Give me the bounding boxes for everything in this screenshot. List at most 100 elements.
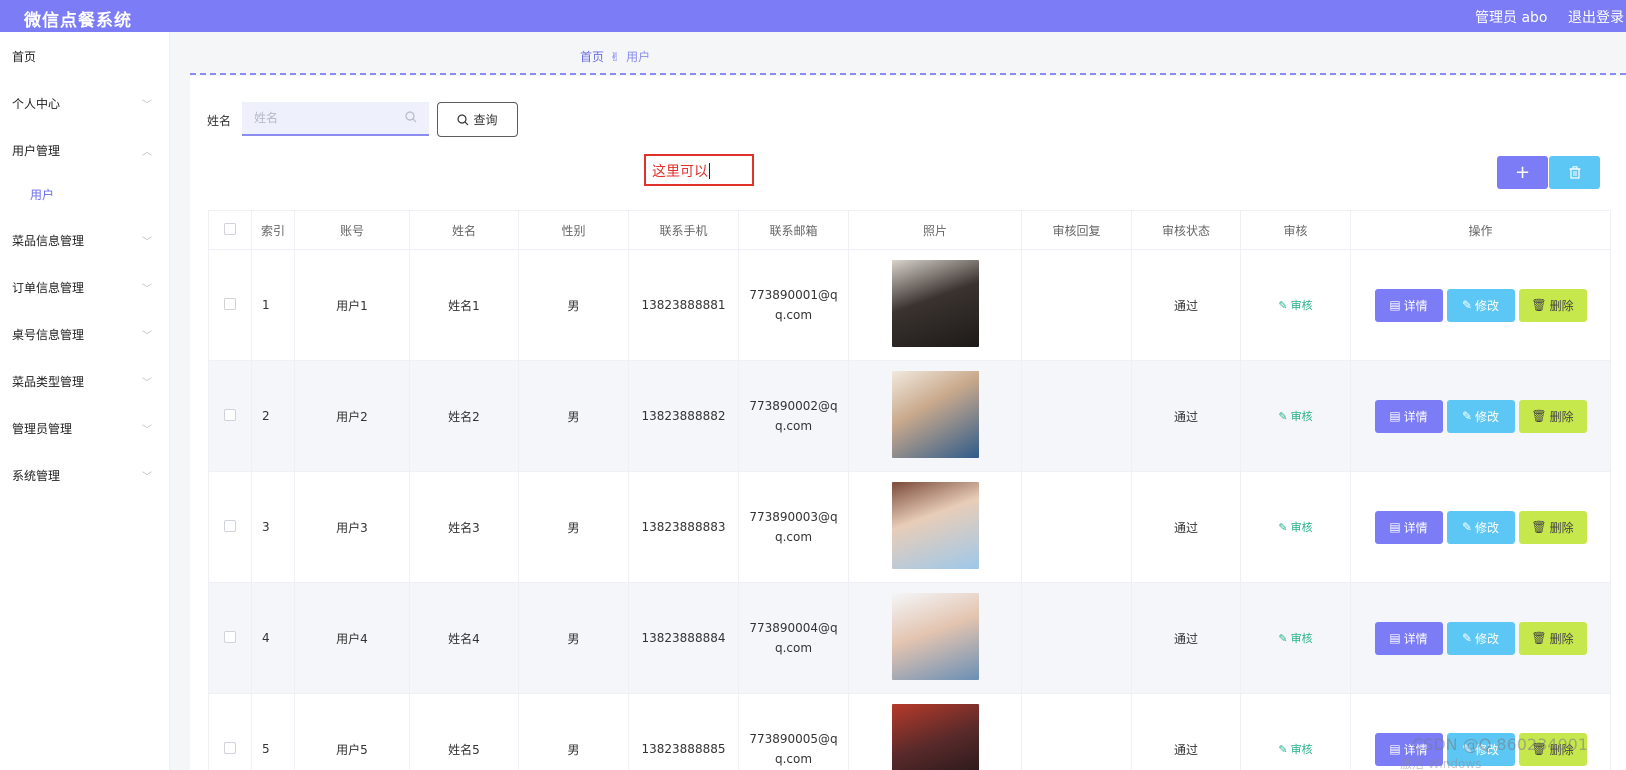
cell-audit-reply	[1021, 249, 1132, 361]
edit-button-label: 修改	[1475, 298, 1500, 313]
sidebar-item-label: 管理员管理	[12, 422, 73, 436]
edit-button[interactable]: ✎ 修改	[1446, 399, 1515, 433]
audit-link[interactable]: ✎ 审核	[1278, 297, 1312, 313]
delete-button[interactable]: 🗑 删除	[1518, 510, 1587, 544]
detail-button[interactable]: ▤ 详情	[1374, 510, 1443, 544]
row-checkbox[interactable]	[224, 630, 236, 643]
column-header: 账号	[294, 210, 410, 250]
top-bar: 微信点餐系统 管理员 abo 退出登录	[0, 0, 1626, 32]
cell-photo	[848, 249, 1022, 361]
edit-icon: ✎	[1461, 631, 1473, 645]
user-photo[interactable]	[891, 371, 979, 458]
cell-index: 5	[251, 693, 295, 770]
sidebar-item-profile[interactable]: 个人中心 ﹀	[12, 95, 152, 112]
edit-button[interactable]: ✎ 修改	[1446, 510, 1515, 544]
email-text: 773890002@qq.com	[749, 399, 838, 433]
detail-button-label: 详情	[1403, 298, 1428, 313]
sidebar-item-home[interactable]: 首页	[12, 48, 36, 65]
sidebar-item-label: 桌号信息管理	[12, 328, 85, 342]
audit-link[interactable]: ✎ 审核	[1278, 741, 1312, 757]
logout-button[interactable]: 退出登录	[1568, 7, 1624, 27]
chevron-down-icon: ﹀	[142, 331, 152, 342]
cell-actions: ▤ 详情 ✎ 修改 🗑 删除	[1350, 249, 1611, 361]
sidebar-item-dish-type[interactable]: 菜品类型管理 ﹀	[12, 373, 152, 390]
search-icon	[457, 113, 469, 125]
chevron-down-icon: ﹀	[142, 472, 152, 483]
detail-button[interactable]: ▤ 详情	[1374, 621, 1443, 655]
cell-audit: ✎ 审核	[1240, 360, 1351, 472]
sidebar-item-system[interactable]: 系统管理 ﹀	[12, 467, 152, 484]
cell-index: 4	[251, 582, 295, 694]
admin-label: 管理员 abo	[1475, 10, 1548, 26]
cell-audit-status: 通过	[1131, 582, 1241, 694]
user-photo[interactable]	[891, 593, 979, 680]
cell-audit-status: 通过	[1131, 471, 1241, 583]
row-checkbox[interactable]	[224, 297, 236, 310]
batch-delete-button[interactable]	[1549, 156, 1600, 189]
audit-link[interactable]: ✎ 审核	[1278, 519, 1312, 535]
detail-button[interactable]: ▤ 详情	[1374, 399, 1443, 433]
audit-link[interactable]: ✎ 审核	[1278, 408, 1312, 424]
delete-button[interactable]: 🗑 删除	[1518, 621, 1587, 655]
row-checkbox[interactable]	[224, 408, 236, 421]
trash-icon: 🗑	[1531, 520, 1547, 534]
sidebar-item-user-management[interactable]: 用户管理 ︿	[12, 142, 152, 159]
user-photo[interactable]	[891, 260, 979, 347]
table-row: 2 用户2 姓名2 男 13823888882 773890002@qq.com 通过 ✎ 审核…	[208, 360, 1611, 472]
query-button-label: 查询	[473, 113, 498, 127]
sidebar-item-dish-info[interactable]: 菜品信息管理 ﹀	[12, 232, 152, 249]
trash-icon: 🗑	[1531, 631, 1547, 645]
breadcrumb-home[interactable]: 首页	[580, 50, 604, 64]
sidebar-item-label: 用户管理	[12, 144, 61, 158]
name-search-input[interactable]	[242, 102, 429, 136]
annotation-text-box[interactable]: 这里可以	[644, 154, 754, 186]
audit-link-label: 审核	[1290, 410, 1313, 423]
cell-audit: ✎ 审核	[1240, 582, 1351, 694]
cell-gender: 男	[518, 582, 629, 694]
delete-button[interactable]: 🗑 删除	[1518, 288, 1587, 322]
user-photo[interactable]	[891, 704, 979, 770]
trash-icon: 🗑	[1531, 298, 1547, 312]
search-icon	[405, 111, 417, 123]
cell-phone: 13823888885	[628, 693, 739, 770]
cell-name: 姓名5	[409, 693, 519, 770]
chevron-down-icon: ﹀	[142, 378, 152, 389]
row-select-cell	[208, 360, 252, 472]
sidebar-item-order-info[interactable]: 订单信息管理 ﹀	[12, 279, 152, 296]
delete-button[interactable]: 🗑 删除	[1518, 399, 1587, 433]
edit-button[interactable]: ✎ 修改	[1446, 621, 1515, 655]
cell-phone: 13823888883	[628, 471, 739, 583]
edit-icon: ✎	[1461, 520, 1473, 534]
edit-button-label: 修改	[1475, 631, 1500, 646]
add-button[interactable]: +	[1497, 156, 1548, 189]
user-table: 索引 账号 姓名 性别 联系手机 联系邮箱 照片 审核回复 审核状态 审核 操作…	[208, 210, 1611, 770]
chevron-down-icon: ﹀	[142, 425, 152, 436]
sidebar-item-label: 菜品信息管理	[12, 234, 85, 248]
cell-email: 773890001@qq.com	[738, 249, 849, 361]
sidebar-item-label: 首页	[12, 50, 37, 64]
user-photo[interactable]	[891, 482, 979, 569]
cell-phone: 13823888882	[628, 360, 739, 472]
document-icon: ▤	[1389, 742, 1401, 756]
cell-audit: ✎ 审核	[1240, 693, 1351, 770]
sidebar-item-label: 个人中心	[12, 97, 61, 111]
cell-account: 用户5	[294, 693, 410, 770]
row-checkbox[interactable]	[224, 519, 236, 532]
sidebar-item-table-info[interactable]: 桌号信息管理 ﹀	[12, 326, 152, 343]
table-row: 1 用户1 姓名1 男 13823888881 773890001@qq.com 通过 ✎ 审核…	[208, 249, 1611, 361]
column-header: 姓名	[409, 210, 519, 250]
detail-button[interactable]: ▤ 详情	[1374, 288, 1443, 322]
select-all-header	[208, 210, 252, 250]
sidebar-item-admin-management[interactable]: 管理员管理 ﹀	[12, 420, 152, 437]
cell-actions: ▤ 详情 ✎ 修改 🗑 删除	[1350, 471, 1611, 583]
audit-link[interactable]: ✎ 审核	[1278, 630, 1312, 646]
row-checkbox[interactable]	[224, 741, 236, 754]
cell-photo	[848, 471, 1022, 583]
email-text: 773890005@qq.com	[749, 732, 838, 766]
document-icon: ▤	[1389, 409, 1401, 423]
trash-icon: 🗑	[1531, 409, 1547, 423]
query-button[interactable]: 查询	[437, 102, 518, 137]
select-all-checkbox[interactable]	[224, 222, 236, 235]
sidebar-subitem-user[interactable]: 用户	[30, 186, 54, 203]
edit-button[interactable]: ✎ 修改	[1446, 288, 1515, 322]
